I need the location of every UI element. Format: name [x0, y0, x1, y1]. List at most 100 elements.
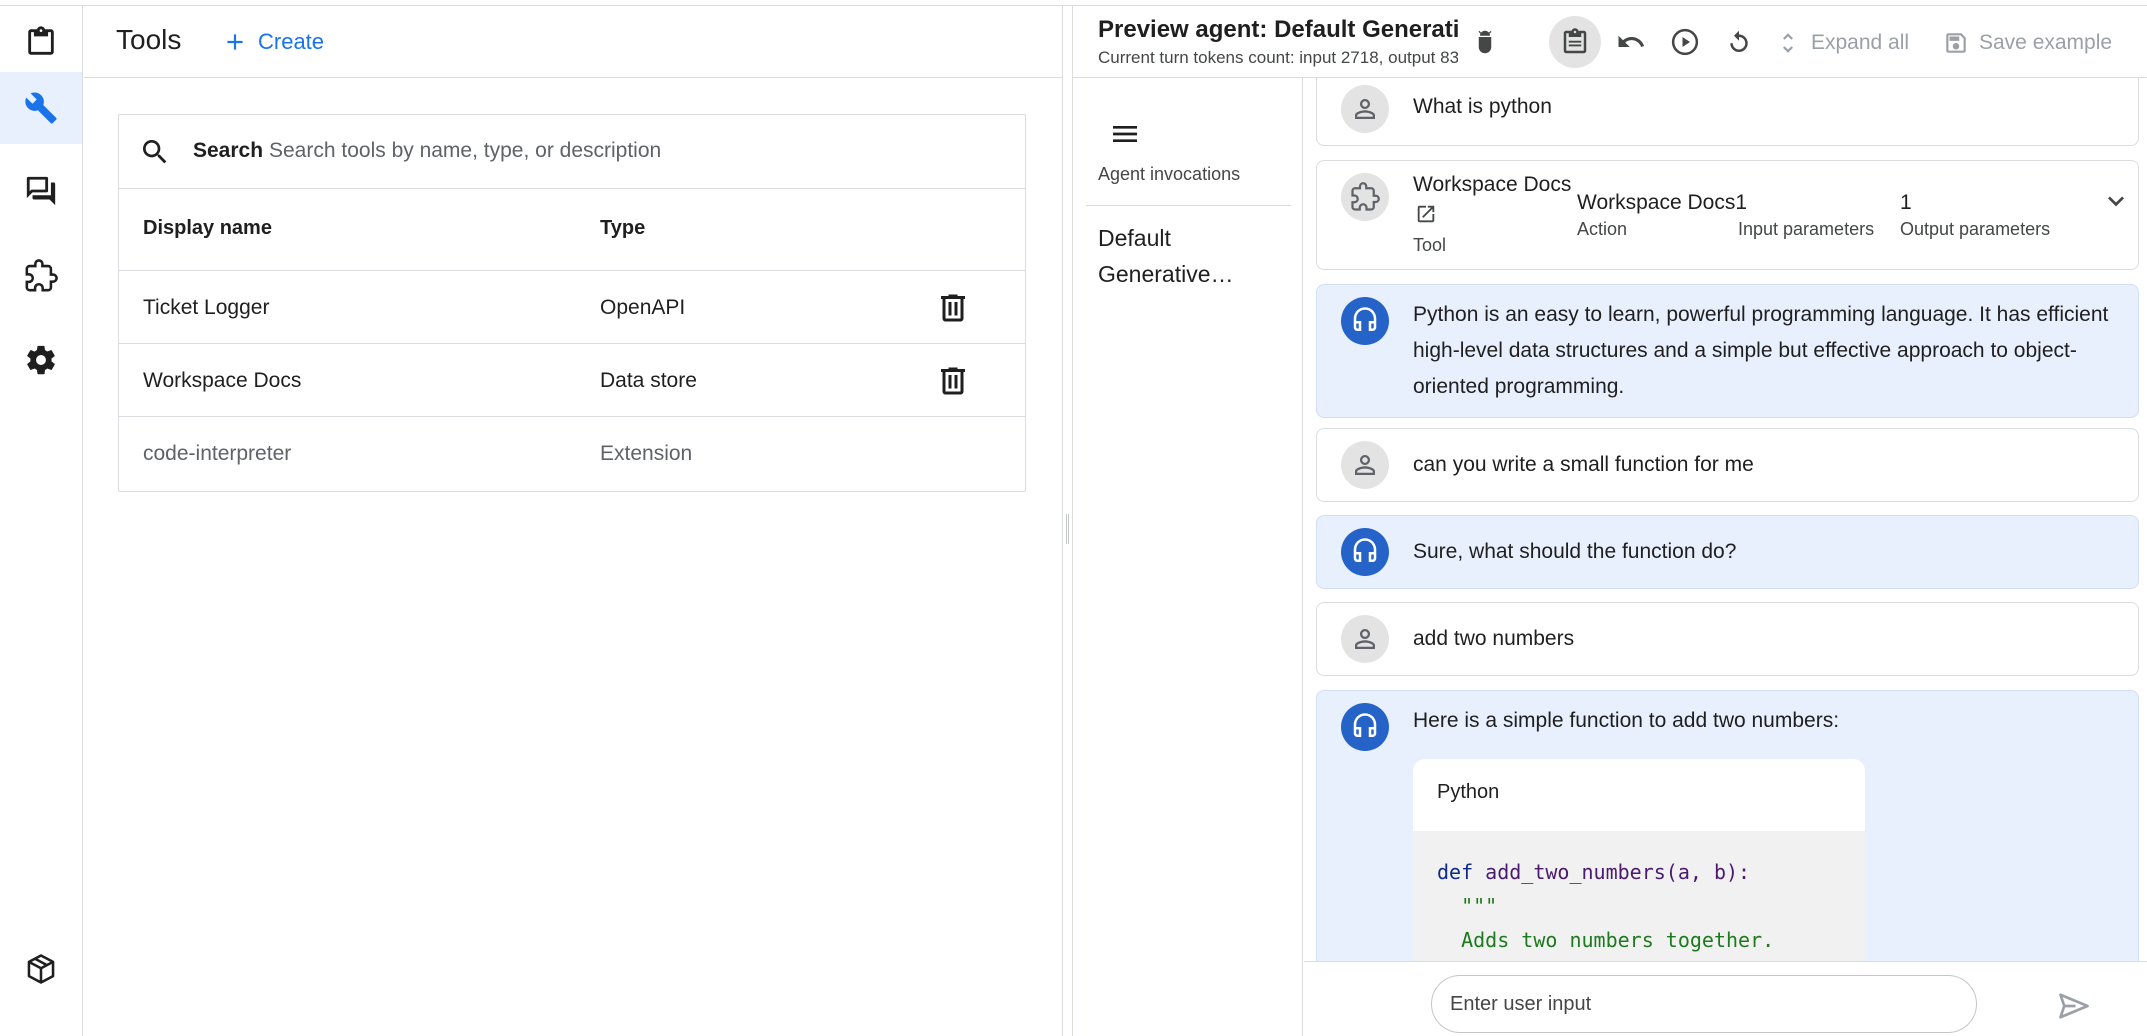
person-icon — [1355, 455, 1375, 475]
play-circle-icon — [1671, 28, 1699, 56]
examples-button[interactable] — [1549, 16, 1601, 68]
avatar — [1341, 85, 1389, 133]
avatar — [1341, 703, 1389, 751]
user-input-field[interactable] — [1431, 975, 1977, 1033]
preview-header: Preview agent: Default Generative Agent … — [1073, 6, 2147, 78]
code-docstring-open: """ — [1461, 894, 1498, 918]
menu-icon[interactable] — [1109, 118, 1141, 150]
user-message[interactable]: What is python — [1316, 78, 2139, 146]
search-bar: Search — [119, 115, 1025, 189]
column-header-type[interactable]: Type — [600, 217, 645, 240]
table-row[interactable]: code-interpreter Extension — [119, 418, 1025, 490]
panel-resize-handle[interactable] — [1062, 6, 1073, 1036]
output-parameters-value: 1 — [1900, 191, 1912, 214]
save-icon — [1946, 33, 1966, 53]
left-nav-rail — [0, 6, 83, 1036]
chevron-down-icon[interactable] — [2100, 185, 2132, 217]
save-example-button[interactable]: Save example — [1943, 26, 2112, 60]
token-count: Current turn tokens count: input 2718, o… — [1098, 48, 1458, 67]
undo-button[interactable] — [1609, 20, 1653, 64]
drag-grip — [1066, 514, 1069, 544]
clipboard-icon — [28, 26, 54, 55]
search-icon — [143, 140, 167, 164]
action-value: Workspace Docs1 — [1577, 191, 1748, 214]
puzzle-icon — [1351, 182, 1380, 211]
nav-clipboard[interactable] — [0, 6, 82, 78]
code-signature: add_two_numbers(a, b): — [1485, 860, 1751, 884]
tool-name: Ticket Logger — [143, 296, 270, 319]
invocation-item[interactable]: Default Generative… — [1098, 220, 1288, 292]
message-text: can you write a small function for me — [1413, 453, 1754, 476]
tools-header: Tools Create — [84, 6, 1062, 78]
tool-name: Workspace Docs — [143, 369, 302, 392]
create-button[interactable]: Create — [214, 22, 332, 62]
chat-input-bar — [1304, 961, 2147, 1036]
tool-name: Workspace Docs — [1413, 173, 1572, 196]
nav-extensions[interactable] — [0, 240, 82, 312]
expand-all-button[interactable]: Expand all — [1775, 26, 1909, 60]
agent-message[interactable]: Sure, what should the function do? — [1316, 515, 2139, 589]
wrench-icon — [25, 92, 57, 124]
code-keyword: def — [1437, 860, 1474, 884]
preview-panel: Preview agent: Default Generative Agent … — [1073, 6, 2147, 1036]
divider — [1086, 205, 1291, 206]
plus-icon — [227, 34, 243, 50]
nav-packages[interactable] — [0, 933, 82, 1005]
person-icon — [1355, 99, 1375, 119]
nav-settings[interactable] — [0, 324, 82, 396]
tool-kind: Tool — [1413, 235, 1447, 255]
tool-invocation[interactable]: Workspace Docs Tool Workspace Docs1 Acti… — [1316, 160, 2139, 270]
search-label: Search — [193, 139, 264, 162]
reset-button[interactable] — [1717, 20, 1761, 64]
message-text: add two numbers — [1413, 627, 1575, 650]
conversation: What is python Workspace Docs Tool Works… — [1304, 78, 2147, 961]
tool-type: OpenAPI — [600, 296, 686, 319]
agent-message[interactable]: Here is a simple function to add two num… — [1316, 690, 2139, 961]
debug-button[interactable] — [1463, 20, 1507, 64]
bug-icon — [1478, 30, 1492, 54]
column-header-display-name[interactable]: Display name — [143, 217, 272, 240]
invocations-sidebar: Agent invocations Default Generative… — [1073, 78, 1303, 1036]
avatar — [1341, 297, 1389, 345]
avatar — [1341, 528, 1389, 576]
nav-tools[interactable] — [0, 72, 82, 144]
invocations-label: Agent invocations — [1098, 164, 1241, 184]
avatar — [1341, 441, 1389, 489]
search-input[interactable] — [269, 131, 989, 171]
delete-icon[interactable] — [935, 363, 971, 399]
preview-title: Preview agent: Default Generative Agent — [1098, 16, 1458, 43]
table-row[interactable]: Workspace Docs Data store — [119, 345, 1025, 417]
gear-icon — [27, 345, 55, 375]
tools-panel: Tools Create Search Display name Type Ti… — [84, 6, 1062, 1036]
tool-name: code-interpreter — [143, 442, 292, 465]
tools-table: Search Display name Type Ticket Logger O… — [118, 114, 1026, 492]
refresh-icon — [1730, 30, 1748, 52]
chat-icon — [26, 176, 56, 206]
user-message[interactable]: add two numbers — [1316, 602, 2139, 676]
output-parameters-label: Output parameters — [1900, 219, 2051, 239]
code-content: def add_two_numbers(a, b): """ Adds two … — [1413, 831, 1865, 961]
send-icon[interactable] — [2056, 988, 2092, 1024]
input-parameters-label: Input parameters — [1738, 219, 1875, 239]
code-docstring-line: Adds two numbers together. — [1461, 928, 1775, 952]
headset-icon — [1353, 538, 1377, 562]
agent-message[interactable]: Python is an easy to learn, powerful pro… — [1316, 284, 2139, 418]
message-text: What is python — [1413, 95, 1552, 118]
action-label: Action — [1577, 219, 1628, 239]
expand-all-label: Expand all — [1811, 31, 1910, 54]
puzzle-icon — [25, 259, 58, 292]
code-block[interactable]: Python def add_two_numbers(a, b): """ Ad… — [1413, 759, 1865, 961]
play-button[interactable] — [1663, 20, 1707, 64]
tool-type: Data store — [600, 369, 697, 392]
person-icon — [1355, 629, 1375, 649]
nav-conversations[interactable] — [0, 155, 82, 227]
table-row[interactable]: Ticket Logger OpenAPI — [119, 272, 1025, 344]
create-label: Create — [258, 29, 325, 54]
open-in-new-icon[interactable] — [1415, 203, 1437, 225]
message-text: Here is a simple function to add two num… — [1413, 709, 1840, 732]
headset-icon — [1353, 713, 1377, 737]
avatar — [1341, 173, 1389, 221]
user-message[interactable]: can you write a small function for me — [1316, 428, 2139, 502]
undo-icon — [1618, 35, 1645, 47]
delete-icon[interactable] — [935, 290, 971, 326]
